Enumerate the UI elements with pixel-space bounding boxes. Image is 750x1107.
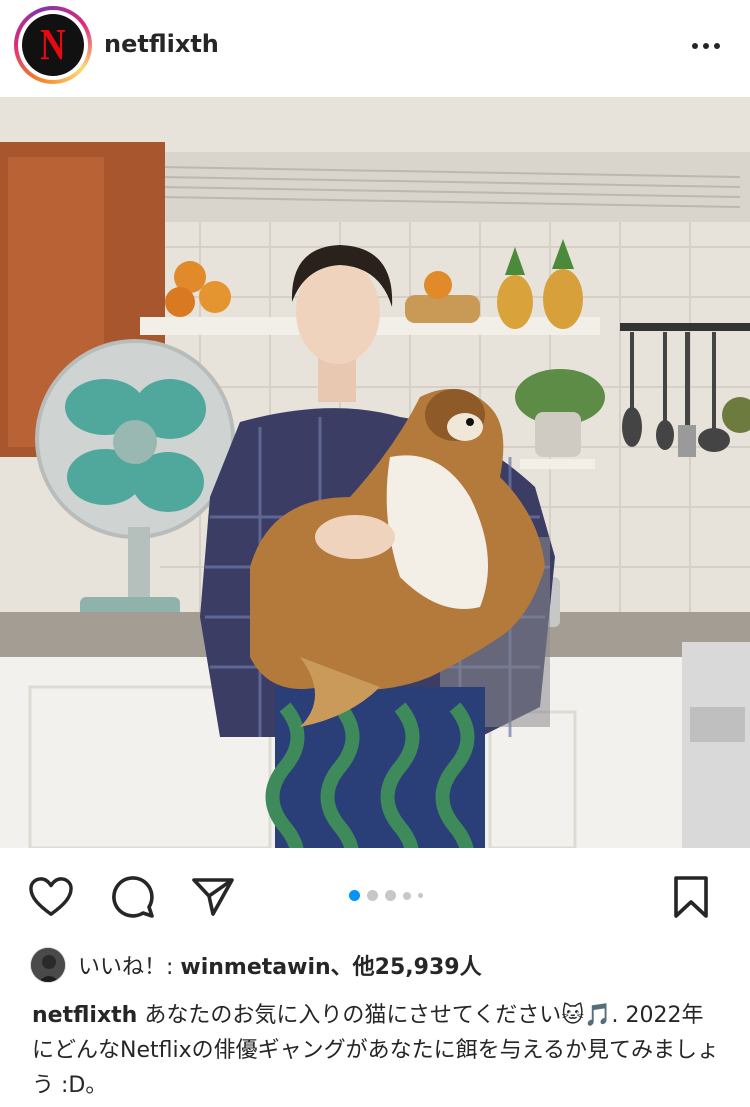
carousel-dot (418, 893, 423, 898)
photo-illustration (0, 97, 750, 848)
carousel-indicator (349, 890, 423, 901)
heart-icon[interactable] (28, 874, 74, 920)
post-header: N netflixth (0, 0, 750, 96)
liker-avatar[interactable] (30, 947, 66, 983)
carousel-dot-active (349, 890, 360, 901)
likes-count[interactable]: いいね！: winmetawin、他25,939人 (78, 949, 482, 981)
liker-username[interactable]: winmetawin (180, 955, 330, 980)
post-caption: netflixth あなたのお気に入りの猫にさせてください🐱🎵. 2022年にど… (32, 998, 722, 1103)
send-icon[interactable] (190, 874, 236, 920)
post-photo[interactable] (0, 97, 750, 848)
caption-username[interactable]: netflixth (32, 1003, 137, 1028)
carousel-dot (385, 890, 396, 901)
comment-icon[interactable] (110, 874, 156, 920)
carousel-dot (403, 891, 411, 900)
post-username[interactable]: netflixth (104, 30, 219, 58)
profile-avatar[interactable]: N (14, 6, 92, 84)
carousel-dot (367, 890, 378, 901)
netflix-logo-icon: N (22, 14, 84, 76)
bookmark-icon[interactable] (668, 874, 714, 920)
more-options-icon[interactable] (688, 28, 724, 64)
likes-row: いいね！: winmetawin、他25,939人 (30, 946, 482, 984)
